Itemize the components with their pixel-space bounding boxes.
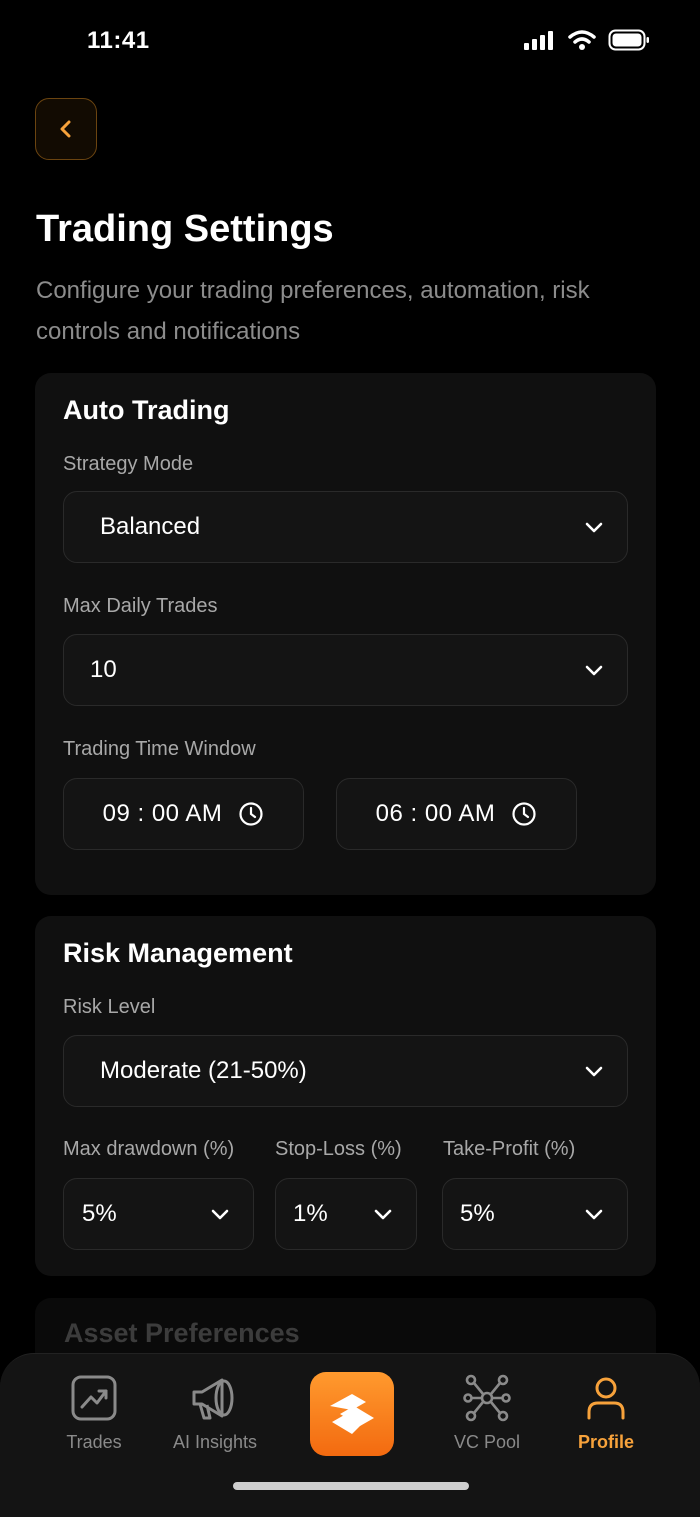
take-profit-select[interactable]: 5% bbox=[442, 1178, 628, 1250]
page-subtitle: Configure your trading preferences, auto… bbox=[36, 277, 590, 345]
megaphone-icon bbox=[192, 1378, 234, 1420]
max-drawdown-value: 5% bbox=[82, 1200, 117, 1227]
risk-management-title: Risk Management bbox=[63, 938, 293, 968]
start-time-value: 09 : 00 AM bbox=[102, 800, 223, 827]
asset-preferences-title: Asset Preferences bbox=[64, 1318, 300, 1348]
auto-trading-card: Auto Trading Strategy Mode Balanced Max … bbox=[35, 373, 656, 895]
trend-chart-icon bbox=[71, 1375, 117, 1421]
risk-management-card: Risk Management Risk Level Moderate (21-… bbox=[35, 916, 656, 1276]
chevron-down-icon bbox=[585, 1066, 603, 1077]
clock-icon bbox=[512, 802, 536, 826]
take-profit-label: Take-Profit (%) bbox=[443, 1138, 576, 1160]
tab-trades-label: Trades bbox=[66, 1432, 122, 1452]
stop-loss-label: Stop-Loss (%) bbox=[275, 1138, 402, 1160]
trading-time-window-label: Trading Time Window bbox=[63, 738, 256, 760]
chevron-down-icon bbox=[585, 665, 603, 676]
chevron-left-icon bbox=[60, 120, 71, 138]
tab-profile-label: Profile bbox=[577, 1432, 634, 1452]
tab-vc-pool-label: VC Pool bbox=[453, 1432, 521, 1452]
stop-loss-select[interactable]: 1% bbox=[275, 1178, 417, 1250]
user-icon bbox=[587, 1377, 625, 1420]
clock-icon bbox=[239, 802, 263, 826]
wifi-icon bbox=[568, 30, 596, 50]
strategy-mode-value: Balanced bbox=[100, 513, 201, 540]
risk-level-label: Risk Level bbox=[63, 996, 156, 1018]
max-daily-trades-label: Max Daily Trades bbox=[63, 595, 218, 617]
bottom-tab-bar: Trades AI Insights VC Pool Profile bbox=[0, 1353, 700, 1517]
max-drawdown-select[interactable]: 5% bbox=[63, 1178, 254, 1250]
home-indicator[interactable] bbox=[233, 1482, 469, 1490]
status-bar: 11:41 bbox=[0, 0, 700, 80]
auto-trading-title: Auto Trading bbox=[63, 395, 230, 425]
end-time-value: 06 : 00 AM bbox=[375, 800, 496, 827]
tab-ai-insights[interactable]: AI Insights bbox=[150, 1354, 280, 1464]
risk-level-value: Moderate (21-50%) bbox=[100, 1057, 307, 1084]
end-time-picker[interactable]: 06 : 00 AM bbox=[336, 778, 577, 850]
max-daily-trades-select[interactable]: 10 bbox=[63, 634, 628, 706]
strategy-mode-select[interactable]: Balanced bbox=[63, 491, 628, 563]
network-icon bbox=[463, 1374, 511, 1422]
app-logo-icon bbox=[330, 1394, 374, 1434]
chevron-down-icon bbox=[585, 522, 603, 533]
start-time-picker[interactable]: 09 : 00 AM bbox=[63, 778, 304, 850]
max-daily-trades-value: 10 bbox=[90, 656, 117, 683]
status-time: 11:41 bbox=[87, 27, 150, 54]
signal-icon bbox=[524, 31, 553, 50]
back-button[interactable] bbox=[35, 98, 97, 160]
chevron-down-icon bbox=[585, 1209, 603, 1220]
stop-loss-value: 1% bbox=[293, 1200, 328, 1227]
home-logo-button[interactable] bbox=[310, 1372, 394, 1456]
max-drawdown-label: Max drawdown (%) bbox=[63, 1138, 235, 1160]
battery-icon bbox=[608, 29, 649, 51]
tab-trades[interactable]: Trades bbox=[29, 1354, 159, 1464]
page-title: Trading Settings bbox=[36, 208, 334, 250]
tab-ai-insights-label: AI Insights bbox=[172, 1432, 258, 1452]
strategy-mode-label: Strategy Mode bbox=[63, 453, 194, 475]
tab-vc-pool[interactable]: VC Pool bbox=[422, 1354, 552, 1464]
chevron-down-icon bbox=[374, 1209, 392, 1220]
tab-profile[interactable]: Profile bbox=[541, 1354, 671, 1464]
chevron-down-icon bbox=[211, 1209, 229, 1220]
risk-level-select[interactable]: Moderate (21-50%) bbox=[63, 1035, 628, 1107]
take-profit-value: 5% bbox=[460, 1200, 495, 1227]
